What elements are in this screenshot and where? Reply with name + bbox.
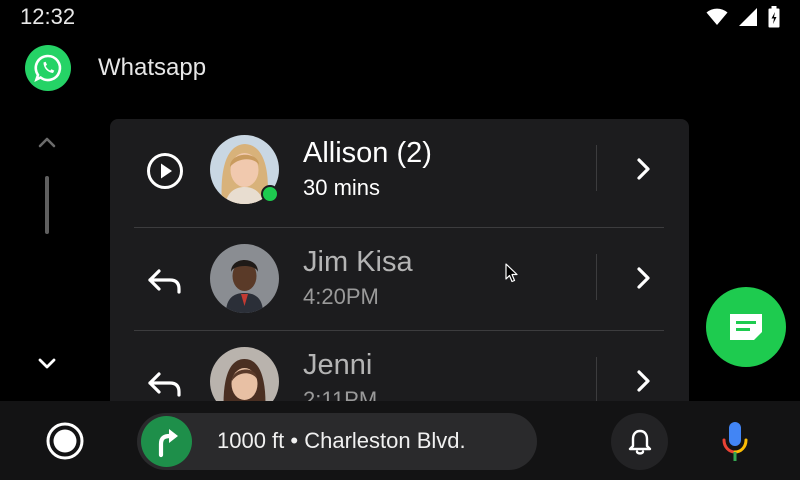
turn-right-icon <box>141 416 192 467</box>
open-conversation-button[interactable] <box>625 149 661 189</box>
chevron-down-icon <box>38 358 56 369</box>
home-button[interactable] <box>45 421 85 461</box>
play-circle-icon <box>147 153 183 189</box>
online-status-indicator <box>261 185 279 203</box>
app-title: Whatsapp <box>98 54 207 81</box>
reply-icon <box>148 269 181 294</box>
conversation-list: Allison (2) 30 mins Jim Kisa 4:20PM Jenn… <box>110 119 689 419</box>
app-header: Whatsapp <box>25 45 206 91</box>
contact-name: Jenni <box>303 349 373 381</box>
play-message-button[interactable] <box>140 146 190 196</box>
scroll-down-button[interactable] <box>36 352 58 374</box>
open-conversation-button[interactable] <box>625 258 661 298</box>
navigation-chip[interactable]: 1000 ft • Charleston Blvd. <box>137 413 537 470</box>
chevron-up-icon <box>38 137 56 148</box>
bell-icon <box>628 429 651 455</box>
chevron-right-icon <box>637 370 650 392</box>
home-circle-icon <box>46 422 84 460</box>
compose-message-button[interactable] <box>706 287 786 367</box>
wifi-icon <box>706 8 728 25</box>
message-time: 30 mins <box>303 175 381 200</box>
contact-name: Jim Kisa <box>303 246 413 278</box>
status-bar: 12:32 <box>0 0 800 32</box>
status-icons <box>706 6 780 28</box>
message-time: 4:20PM <box>303 284 379 309</box>
contact-name: Allison (2) <box>303 137 432 169</box>
whatsapp-logo-icon[interactable] <box>25 45 71 91</box>
chevron-right-icon <box>637 267 650 289</box>
open-conversation-button[interactable] <box>625 361 661 401</box>
avatar <box>210 244 279 313</box>
status-time: 12:32 <box>20 4 76 29</box>
row-separator <box>596 254 597 300</box>
conversation-row[interactable]: Allison (2) 30 mins <box>110 119 689 227</box>
row-separator <box>596 145 597 191</box>
scroll-up-button[interactable] <box>36 132 58 154</box>
voice-assistant-button[interactable] <box>712 419 758 465</box>
message-compose-icon <box>730 314 762 340</box>
mouse-cursor-icon <box>505 263 518 283</box>
microphone-icon <box>722 422 748 461</box>
bottom-rail: 1000 ft • Charleston Blvd. <box>0 401 800 480</box>
reply-icon <box>148 372 181 397</box>
navigation-instruction: 1000 ft • Charleston Blvd. <box>217 428 466 453</box>
row-separator <box>596 357 597 403</box>
conversation-row[interactable]: Jim Kisa 4:20PM <box>110 228 689 336</box>
reply-button[interactable] <box>140 255 190 305</box>
chevron-right-icon <box>637 158 650 180</box>
notifications-button[interactable] <box>611 413 668 470</box>
battery-charging-icon <box>768 6 780 28</box>
cellular-signal-icon <box>739 8 757 26</box>
scrollbar-thumb[interactable] <box>45 176 49 234</box>
